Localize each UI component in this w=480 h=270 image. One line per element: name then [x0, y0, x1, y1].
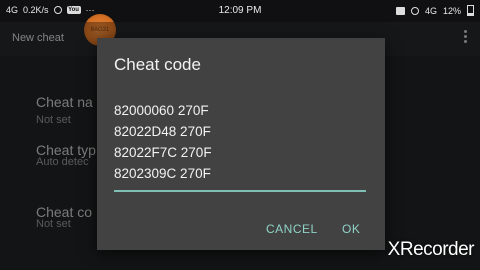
- status-bar: 4G 0.2K/s You ··· 12:09 PM 4G 12%: [0, 0, 480, 22]
- recorder-watermark: XRecorder: [387, 239, 475, 260]
- status-right: 4G 12%: [395, 5, 474, 16]
- ok-button[interactable]: OK: [342, 222, 360, 236]
- notification-icon: [395, 6, 405, 15]
- battery-percent: 12%: [442, 5, 461, 16]
- cancel-button[interactable]: CANCEL: [266, 222, 318, 236]
- alarm-icon: [410, 6, 419, 15]
- cheat-code-dialog: Cheat code CANCEL OK: [97, 38, 385, 250]
- dialog-title: Cheat code: [114, 55, 201, 74]
- screen: 4G 0.2K/s You ··· 12:09 PM 4G 12% New ch…: [0, 0, 480, 270]
- cheat-code-input[interactable]: [114, 98, 366, 192]
- network-type: 4G: [424, 5, 437, 16]
- battery-icon: [467, 5, 474, 16]
